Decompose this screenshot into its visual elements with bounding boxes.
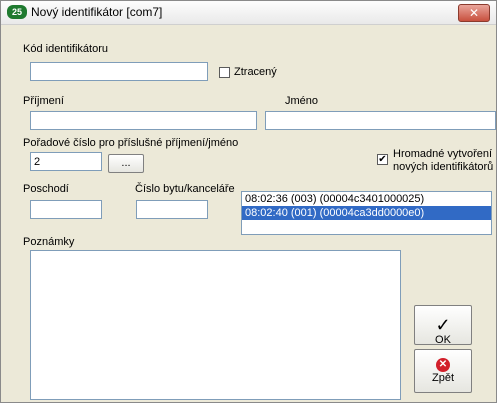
- list-item-selected[interactable]: 08:02:40 (001) (00004ca3dd0000e0): [242, 206, 491, 220]
- prijmeni-label: Příjmení: [23, 95, 64, 107]
- hromadne-label-line2: nových identifikátorů: [393, 161, 494, 173]
- hromadne-checkbox[interactable]: ✔: [377, 154, 388, 165]
- poznamky-textarea[interactable]: [30, 250, 401, 400]
- cislo-input[interactable]: [136, 200, 208, 219]
- poschodi-input[interactable]: [30, 200, 102, 219]
- ztraceny-label: Ztracený: [234, 66, 277, 78]
- prijmeni-input[interactable]: [30, 111, 257, 130]
- window-title: Nový identifikátor [com7]: [31, 5, 163, 19]
- kod-input[interactable]: [30, 62, 208, 81]
- ok-button[interactable]: ✓ OK: [414, 305, 472, 346]
- browse-button[interactable]: ...: [108, 154, 144, 173]
- hromadne-label-line1: Hromadné vytvoření: [393, 148, 493, 160]
- back-icon: ✕: [436, 358, 450, 372]
- title-bar: 25 Nový identifikátor [com7] ✕: [1, 1, 496, 25]
- poznamky-label: Poznámky: [23, 236, 75, 248]
- dialog-window: 25 Nový identifikátor [com7] ✕ Kód ident…: [0, 0, 497, 403]
- ztraceny-checkbox[interactable]: [219, 67, 230, 78]
- ok-label: OK: [435, 334, 451, 346]
- cislo-label: Číslo bytu/kanceláře: [135, 183, 235, 195]
- close-button[interactable]: ✕: [458, 4, 490, 22]
- jmeno-label: Jméno: [285, 95, 319, 107]
- jmeno-input[interactable]: [265, 111, 496, 130]
- kod-label: Kód identifikátoru: [23, 43, 108, 55]
- back-button[interactable]: ✕ Zpět: [414, 349, 472, 393]
- log-listbox[interactable]: 08:02:36 (003) (00004c3401000025) 08:02:…: [241, 191, 492, 235]
- poschodi-label: Poschodí: [23, 183, 69, 195]
- poradove-label: Pořadové číslo pro příslušné příjmení/jm…: [23, 137, 239, 149]
- poradove-input[interactable]: [30, 152, 102, 171]
- check-icon: ✓: [435, 315, 451, 335]
- app-icon: 25: [7, 5, 27, 19]
- back-label: Zpět: [431, 372, 454, 384]
- list-item[interactable]: 08:02:36 (003) (00004c3401000025): [242, 192, 491, 206]
